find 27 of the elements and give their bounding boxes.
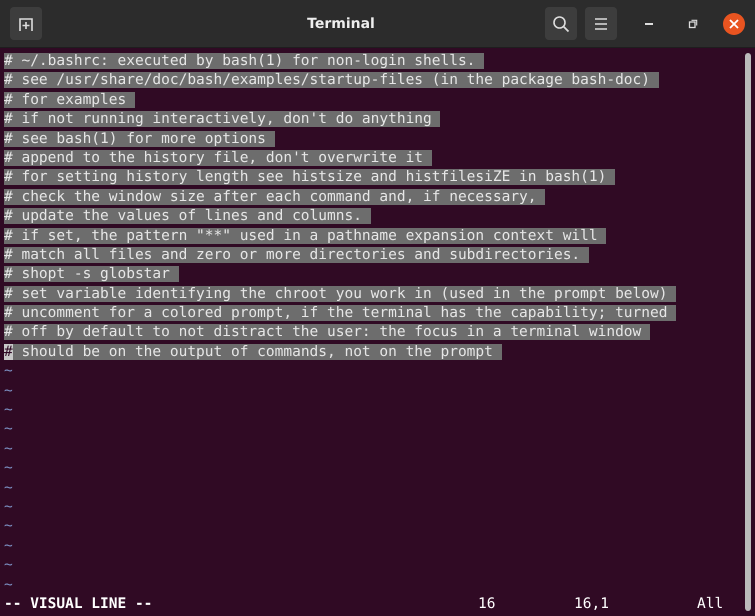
empty-line-marker: ~ [4,440,13,457]
close-icon [729,18,739,28]
menu-icon [594,18,608,30]
window-title: Terminal [306,16,376,32]
minimize-icon [645,22,653,24]
menu-button[interactable] [585,7,617,40]
restore-icon [688,18,698,28]
scrollbar-thumb[interactable] [745,53,751,611]
empty-line-marker: ~ [4,480,13,496]
empty-line-marker: ~ [4,382,13,399]
empty-line-marker: ~ [4,518,13,534]
empty-line-marker: ~ [4,538,13,554]
empty-line-marker: ~ [4,421,13,438]
close-button[interactable] [723,12,745,34]
empty-line-marker: ~ [4,576,13,593]
scroll-position: All [697,594,724,614]
mode-indicator: -- VISUAL LINE -- [4,594,154,614]
new-tab-button[interactable] [10,7,42,40]
cursor-position: 16,1 [574,594,610,614]
empty-line-marker: ~ [4,460,13,476]
empty-line-marker: ~ [4,363,13,380]
search-icon [552,14,570,32]
empty-line-marker: ~ [4,402,13,418]
search-button[interactable] [545,7,577,40]
empty-line-marker: ~ [4,557,13,574]
selection-count: 16 [478,594,496,614]
empty-line-marker: ~ [4,498,13,515]
